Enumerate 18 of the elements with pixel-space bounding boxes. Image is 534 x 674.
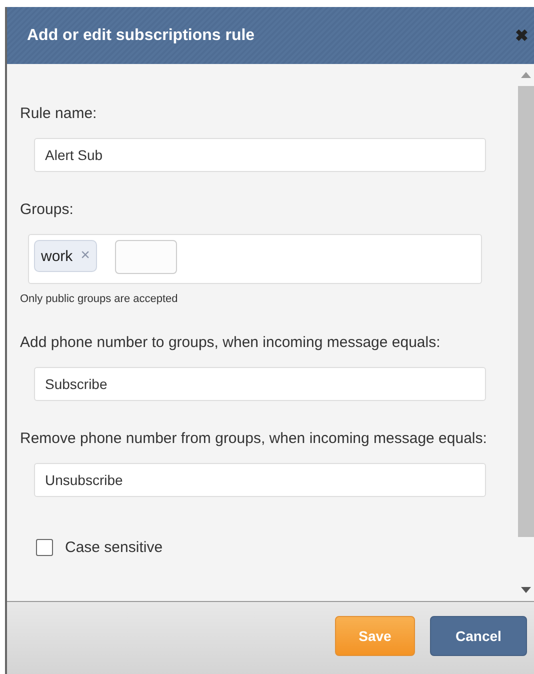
tags-input[interactable]: work × [28, 234, 482, 284]
dialog-title: Add or edit subscriptions rule [27, 26, 255, 44]
scrollbar-thumb[interactable] [518, 86, 534, 537]
checkbox-label: Case sensitive [65, 539, 163, 556]
tag-label: work [41, 248, 73, 264]
field-label: Add phone number to groups, when incoming message equals: [20, 333, 442, 353]
field-label: Remove phone number from groups, when incoming message equals: [20, 429, 488, 449]
scroll-down-icon[interactable] [521, 587, 531, 593]
text-input[interactable]: Unsubscribe [34, 463, 486, 497]
field-label: Groups: [20, 200, 74, 220]
text-input[interactable]: Alert Sub [34, 138, 486, 172]
tag-entry-field[interactable] [115, 240, 178, 274]
scroll-up-icon[interactable] [521, 72, 531, 78]
field-label: Rule name: [20, 104, 98, 124]
field-hint: Only public groups are accepted [20, 293, 179, 305]
checkbox[interactable] [36, 539, 53, 556]
text-input[interactable]: Subscribe [34, 367, 486, 401]
cancel-button[interactable]: Cancel [430, 616, 527, 656]
